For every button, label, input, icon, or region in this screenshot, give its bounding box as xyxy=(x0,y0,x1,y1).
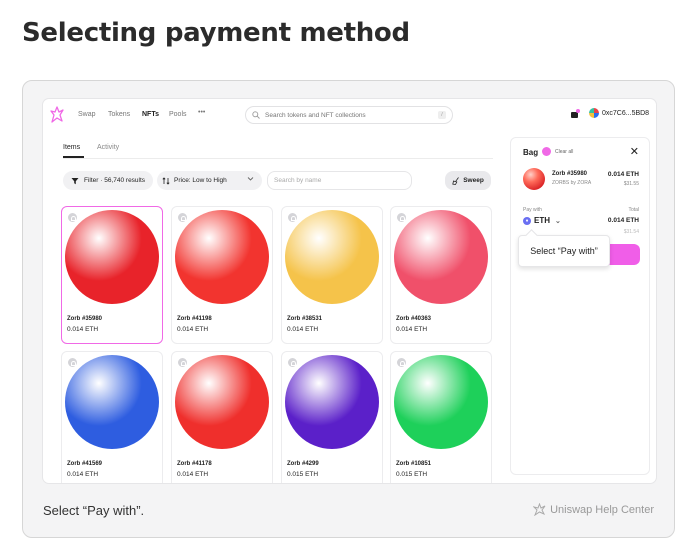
chevron-down-icon xyxy=(247,177,254,181)
bag-icon[interactable] xyxy=(570,109,580,119)
nft-image xyxy=(175,210,269,304)
active-tab-indicator xyxy=(63,156,84,158)
add-to-bag-icon[interactable] xyxy=(396,357,407,368)
bag-item-price: 0.014 ETH xyxy=(607,171,639,178)
chevron-down-icon: ⌄ xyxy=(555,217,561,225)
bag-item-usd: $31.55 xyxy=(623,181,639,187)
nft-image xyxy=(394,210,488,304)
nav-link-pools[interactable]: Pools xyxy=(169,111,187,118)
help-center-text: Uniswap Help Center xyxy=(550,503,654,516)
top-nav: Swap Tokens NFTs Pools ••• / 0xc7C6...5B… xyxy=(43,99,656,131)
nft-price: 0.014 ETH xyxy=(287,326,319,333)
bag-title: Bag xyxy=(523,148,539,157)
nft-name: Zorb #10851 xyxy=(396,461,432,467)
add-to-bag-icon[interactable] xyxy=(177,212,188,223)
nft-name: Zorb #41198 xyxy=(177,316,212,322)
filter-label: Filter · 56,740 results xyxy=(84,177,146,184)
nft-card[interactable]: Zorb #41569 0.014 ETH xyxy=(61,351,163,483)
sweep-button[interactable]: Sweep xyxy=(445,171,491,190)
nft-price: 0.014 ETH xyxy=(177,471,209,478)
sweep-label: Sweep xyxy=(463,177,484,184)
total-usd: $31.54 xyxy=(623,229,639,235)
nft-card[interactable]: Zorb #41198 0.014 ETH xyxy=(171,206,273,344)
close-icon[interactable]: ✕ xyxy=(630,145,639,158)
sort-label: Price: Low to High xyxy=(174,177,227,184)
page-title: Selecting payment method xyxy=(22,18,410,48)
nft-image xyxy=(65,210,159,304)
nft-card[interactable]: Zorb #38531 0.014 ETH xyxy=(281,206,383,344)
nft-price: 0.014 ETH xyxy=(396,326,428,333)
eth-icon: ♦ xyxy=(523,216,531,225)
nav-link-swap[interactable]: Swap xyxy=(78,111,96,118)
shortcut-key-badge: / xyxy=(438,111,446,119)
nft-price: 0.014 ETH xyxy=(67,471,99,478)
nft-name: Zorb #41178 xyxy=(177,461,212,467)
avatar xyxy=(589,108,599,118)
nav-link-tokens[interactable]: Tokens xyxy=(108,111,130,118)
clear-all-button[interactable]: Clear all xyxy=(555,149,573,155)
caption: Select “Pay with”. xyxy=(43,503,145,518)
bag-item-image xyxy=(523,168,545,190)
nft-image xyxy=(65,355,159,449)
collection-tabs: Items Activity xyxy=(63,142,493,159)
wallet-button[interactable]: 0xc7C6...5BD8 xyxy=(589,108,649,118)
tab-items[interactable]: Items xyxy=(63,144,80,151)
sort-dropdown[interactable]: Price: Low to High xyxy=(157,171,262,190)
name-search-input[interactable]: Search by name xyxy=(267,171,412,190)
pay-currency: ETH xyxy=(534,216,550,225)
total-label: Total xyxy=(628,207,639,213)
pay-with-selector[interactable]: ♦ ETH ⌄ xyxy=(523,216,561,225)
bag-item-name: Zorb #35980 xyxy=(552,171,588,177)
nft-grid: Zorb #35980 0.014 ETH Zorb #41198 0.014 … xyxy=(61,206,493,483)
nft-image xyxy=(285,355,379,449)
nft-image xyxy=(175,355,269,449)
filter-icon xyxy=(71,177,79,184)
filter-button[interactable]: Filter · 56,740 results xyxy=(63,171,153,190)
bag-panel: Bag Clear all ✕ Zorb #35980 ZORBS by ZOR… xyxy=(510,137,650,475)
tab-activity[interactable]: Activity xyxy=(97,144,119,151)
nft-name: Zorb #35980 xyxy=(67,316,103,322)
unicorn-logo-icon[interactable] xyxy=(49,106,65,124)
nft-price: 0.014 ETH xyxy=(67,326,99,333)
nft-name: Zorb #41569 xyxy=(67,461,103,467)
nav-link-nfts[interactable]: NFTs xyxy=(142,111,159,118)
add-to-bag-icon[interactable] xyxy=(67,212,78,223)
pay-with-label: Pay with xyxy=(523,207,542,213)
add-to-bag-icon[interactable] xyxy=(287,357,298,368)
nft-price: 0.015 ETH xyxy=(287,471,319,478)
nft-card[interactable]: Zorb #10851 0.015 ETH xyxy=(390,351,492,483)
broom-icon xyxy=(452,176,460,185)
nft-card[interactable]: Zorb #40363 0.014 ETH xyxy=(390,206,492,344)
unicorn-logo-icon xyxy=(533,503,546,516)
nft-name: Zorb #4299 xyxy=(287,461,319,467)
sort-arrows-icon xyxy=(162,176,170,185)
nft-price: 0.014 ETH xyxy=(177,326,209,333)
search-bar[interactable]: / xyxy=(245,106,453,124)
nft-name: Zorb #38531 xyxy=(287,316,323,322)
nft-image xyxy=(285,210,379,304)
bag-item-collection: ZORBS by ZORA xyxy=(552,180,592,186)
add-to-bag-icon[interactable] xyxy=(287,212,298,223)
screenshot-card: Swap Tokens NFTs Pools ••• / 0xc7C6...5B… xyxy=(22,80,675,538)
add-to-bag-icon[interactable] xyxy=(177,357,188,368)
nft-name: Zorb #40363 xyxy=(396,316,432,322)
add-to-bag-icon[interactable] xyxy=(396,212,407,223)
search-input[interactable] xyxy=(265,111,435,119)
nft-card[interactable]: Zorb #4299 0.015 ETH xyxy=(281,351,383,483)
more-menu-icon[interactable]: ••• xyxy=(198,109,205,116)
nft-image xyxy=(394,355,488,449)
search-icon xyxy=(252,111,260,119)
help-center-label[interactable]: Uniswap Help Center xyxy=(533,503,654,516)
total-value: 0.014 ETH xyxy=(607,217,639,224)
app-screen: Swap Tokens NFTs Pools ••• / 0xc7C6...5B… xyxy=(43,99,656,483)
nft-card[interactable]: Zorb #41178 0.014 ETH xyxy=(171,351,273,483)
wallet-address: 0xc7C6...5BD8 xyxy=(602,109,650,117)
tooltip: Select “Pay with” xyxy=(518,235,610,267)
bag-count-badge xyxy=(542,147,551,156)
add-to-bag-icon[interactable] xyxy=(67,357,78,368)
nft-card[interactable]: Zorb #35980 0.014 ETH xyxy=(61,206,163,344)
nft-price: 0.015 ETH xyxy=(396,471,428,478)
